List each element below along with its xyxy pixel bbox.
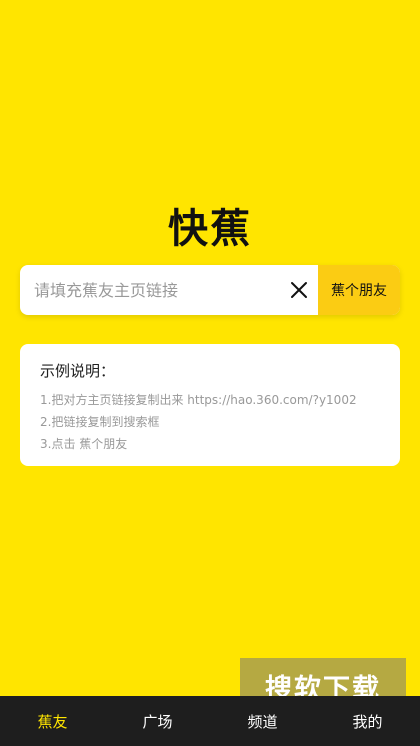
example-step: 1.把对方主页链接复制出来 https://hao.360.com/?y1002 (40, 393, 357, 407)
tab-channels[interactable]: 频道 (210, 696, 315, 746)
app-logo: 快蕉 (168, 206, 252, 252)
example-card: 示例说明： 1.把对方主页链接复制出来 https://hao.360.com/… (20, 344, 400, 466)
tab-friends[interactable]: 蕉友 (0, 696, 105, 746)
example-step: 3.点击 蕉个朋友 (40, 437, 128, 451)
tab-square[interactable]: 广场 (105, 696, 210, 746)
add-friend-button[interactable]: 蕉个朋友 (318, 265, 400, 315)
example-step: 2.把链接复制到搜索框 (40, 415, 160, 429)
close-icon[interactable] (280, 265, 318, 315)
tab-me[interactable]: 我的 (315, 696, 420, 746)
bottom-nav: 蕉友 广场 频道 我的 (0, 696, 420, 746)
example-title: 示例说明： (40, 362, 116, 380)
search-input[interactable] (20, 265, 280, 315)
search-bar: 蕉个朋友 (20, 265, 400, 315)
